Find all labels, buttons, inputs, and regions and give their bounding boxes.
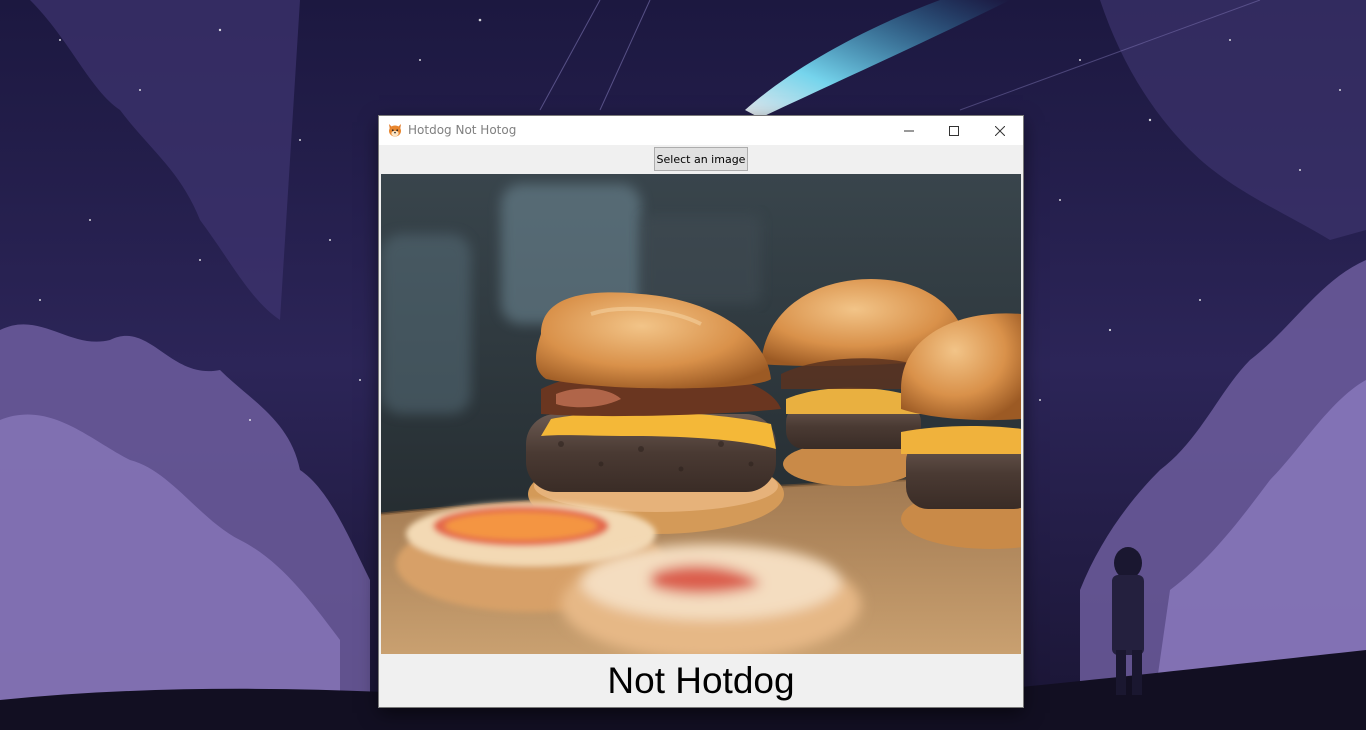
minimize-button[interactable]: [886, 116, 932, 145]
maximize-button[interactable]: [931, 116, 977, 145]
title-bar[interactable]: Hotdog Not Hotog: [379, 116, 1023, 145]
window-title: Hotdog Not Hotog: [408, 123, 517, 137]
shiba-dog-icon: [387, 122, 403, 138]
prediction-result-label: Not Hotdog: [607, 660, 795, 701]
maximize-icon: [949, 125, 959, 136]
select-image-button[interactable]: Select an image: [654, 147, 748, 171]
burgers-photo: [381, 174, 1021, 654]
close-icon: [995, 125, 1005, 136]
minimize-icon: [904, 130, 914, 131]
app-window: Hotdog Not Hotog Select an image Not Hot…: [379, 116, 1023, 707]
close-button[interactable]: [977, 116, 1023, 145]
